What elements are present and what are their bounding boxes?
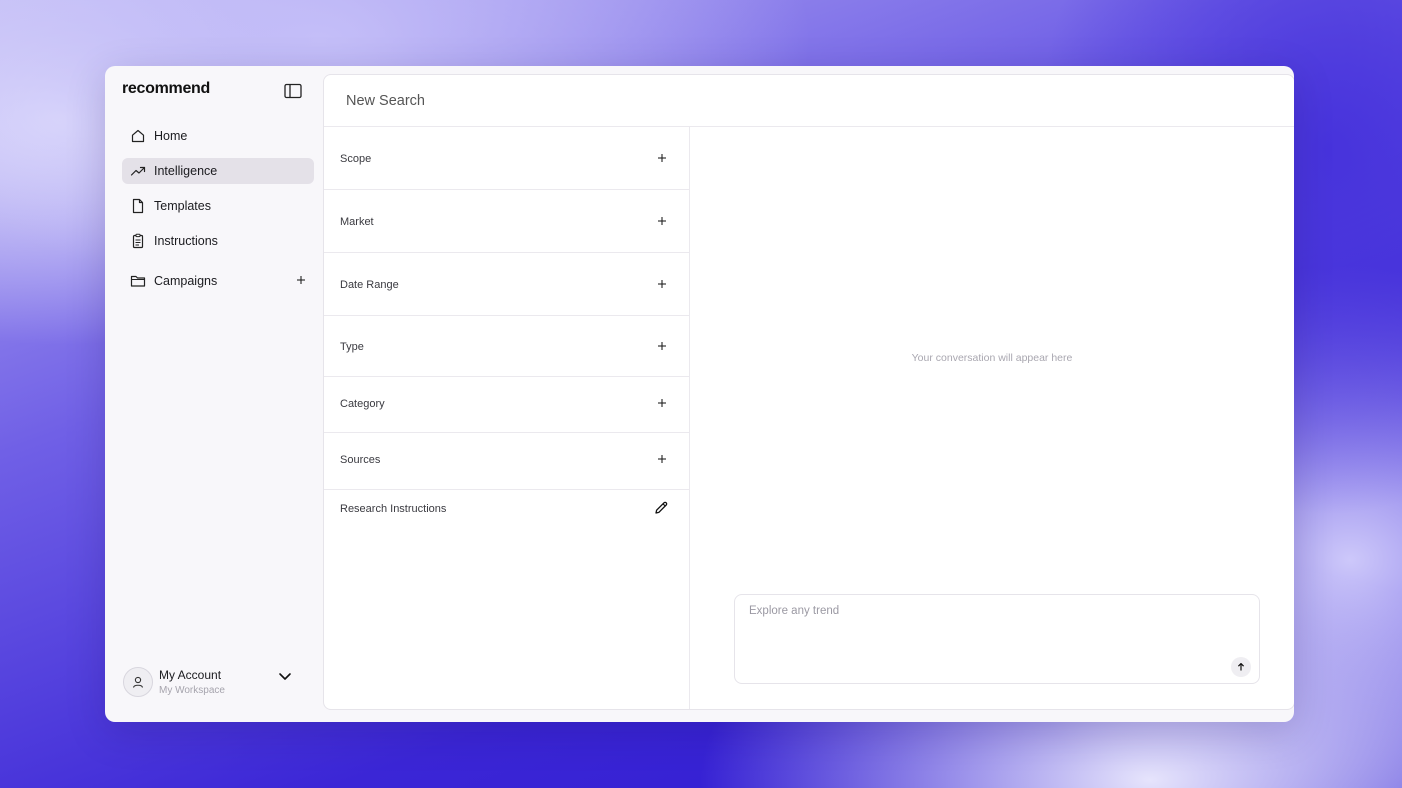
home-icon: [129, 128, 146, 145]
filter-label: Scope: [340, 153, 372, 165]
plus-icon[interactable]: [655, 278, 669, 292]
research-instructions-row[interactable]: Research Instructions: [324, 490, 689, 530]
search-input[interactable]: [749, 605, 1209, 617]
sidebar-item-label: Intelligence: [154, 164, 218, 178]
filter-scope[interactable]: Scope: [324, 127, 689, 190]
account-name: My Account: [159, 668, 222, 682]
message-composer: [734, 594, 1260, 684]
conversation-empty-state: Your conversation will appear here: [911, 352, 1073, 364]
filter-sources[interactable]: Sources: [324, 433, 689, 490]
plus-icon[interactable]: [655, 215, 669, 229]
workspace-name: My Workspace: [159, 685, 225, 696]
filter-market[interactable]: Market: [324, 190, 689, 253]
main-header: New Search: [324, 75, 1294, 127]
filter-label: Date Range: [340, 279, 399, 291]
sidebar-item-intelligence[interactable]: Intelligence: [122, 158, 314, 184]
pencil-icon[interactable]: [653, 500, 669, 516]
arrow-up-icon: [1237, 663, 1245, 671]
avatar: [123, 667, 153, 697]
sidebar-nav: Home Intelligence Templates Instructions…: [122, 123, 314, 303]
sidebar-item-label: Templates: [154, 199, 211, 213]
plus-icon[interactable]: [655, 340, 669, 354]
plus-icon[interactable]: [655, 152, 669, 166]
user-icon: [132, 676, 144, 688]
clipboard-list-icon: [129, 233, 146, 250]
filters-panel: Scope Market Date Range Type Category So…: [324, 127, 690, 709]
conversation-area: Your conversation will appear here: [690, 127, 1294, 709]
main-panel: New Search Scope Market Date Range Type …: [323, 74, 1294, 710]
folder-icon: [129, 273, 146, 290]
filter-label: Sources: [340, 454, 381, 466]
sidebar-panel-icon: [284, 83, 302, 99]
app-logo: recommend: [122, 80, 210, 97]
filter-date-range[interactable]: Date Range: [324, 253, 689, 316]
filter-type[interactable]: Type: [324, 316, 689, 377]
filter-label: Category: [340, 398, 385, 410]
send-button[interactable]: [1231, 657, 1251, 677]
sidebar-item-instructions[interactable]: Instructions: [122, 228, 314, 254]
filter-label: Type: [340, 341, 364, 353]
sidebar: recommend Home Intelligence Templates In…: [105, 66, 323, 722]
account-dropdown-toggle[interactable]: [277, 668, 293, 684]
sidebar-item-label: Home: [154, 129, 188, 143]
sidebar-item-templates[interactable]: Templates: [122, 193, 314, 219]
sidebar-item-label: Instructions: [154, 234, 218, 248]
add-campaign-button[interactable]: [294, 274, 308, 288]
sidebar-item-label: Campaigns: [154, 274, 218, 288]
plus-icon[interactable]: [655, 453, 669, 467]
chevron-down-icon: [279, 673, 291, 680]
filter-label: Market: [340, 216, 374, 228]
sidebar-item-campaigns[interactable]: Campaigns: [122, 268, 314, 294]
filter-category[interactable]: Category: [324, 377, 689, 433]
app-window: recommend Home Intelligence Templates In…: [105, 66, 1294, 722]
plus-icon: [297, 276, 305, 284]
plus-icon[interactable]: [655, 397, 669, 411]
sidebar-toggle-button[interactable]: [284, 83, 302, 100]
trending-up-icon: [129, 163, 146, 180]
sidebar-item-home[interactable]: Home: [122, 123, 314, 149]
account-menu[interactable]: My Account My Workspace: [123, 666, 303, 700]
document-icon: [129, 198, 146, 215]
page-title: New Search: [346, 93, 425, 109]
research-instructions-label: Research Instructions: [340, 503, 447, 515]
